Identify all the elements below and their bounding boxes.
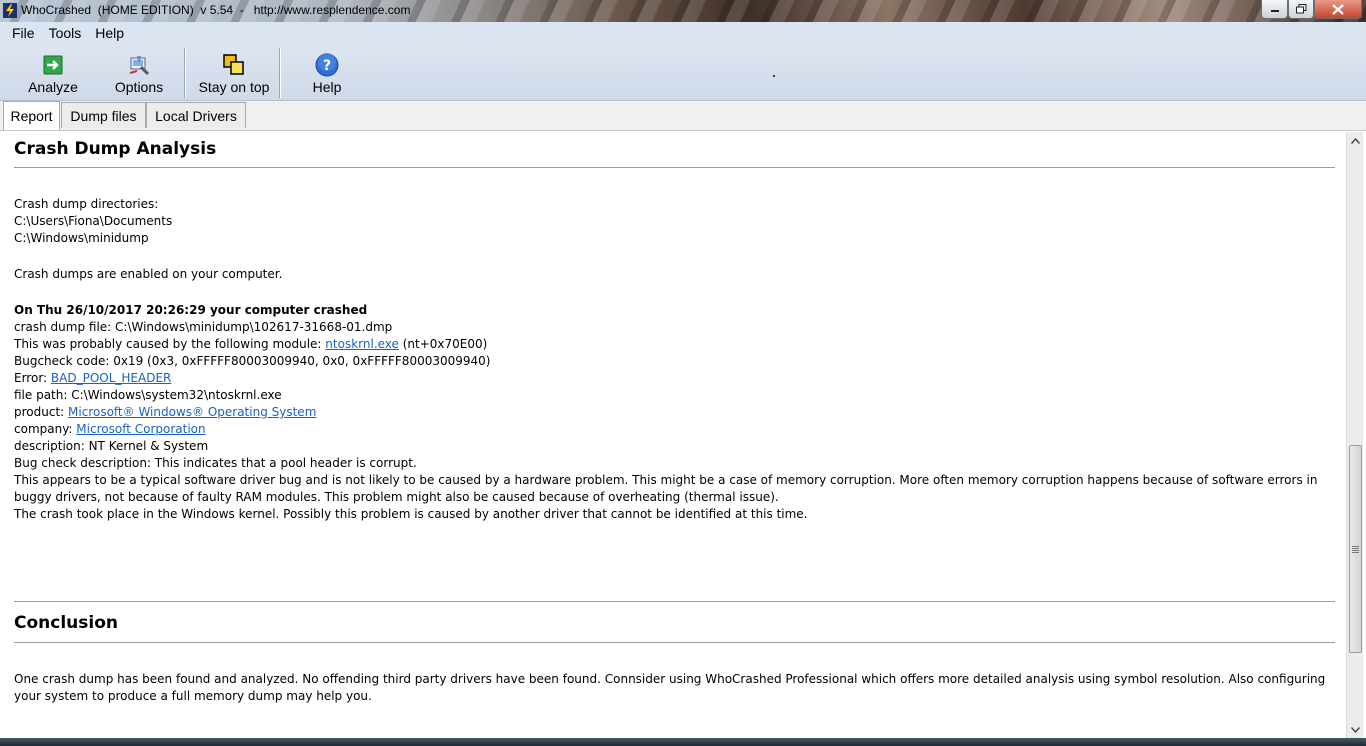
tab-bar: Report Dump files Local Drivers xyxy=(0,101,1366,131)
tab-local-drivers[interactable]: Local Drivers xyxy=(146,102,246,128)
product-prefix: product: xyxy=(14,405,69,419)
kernel-note: The crash took place in the Windows kern… xyxy=(14,507,808,521)
green-arrow-icon xyxy=(43,55,63,75)
divider xyxy=(14,601,1335,602)
toolbar: Analyze Options Stay on top ? Help xyxy=(0,44,1366,101)
scroll-thumb[interactable] xyxy=(1349,445,1362,653)
dumps-enabled-text: Crash dumps are enabled on your computer… xyxy=(14,267,283,281)
title-bar: WhoCrashed (HOME EDITION) v 5.54 - http:… xyxy=(0,0,1366,22)
stacked-windows-icon xyxy=(223,54,244,75)
analysis-paragraph: This appears to be a typical software dr… xyxy=(14,473,1318,504)
close-button[interactable] xyxy=(1314,0,1362,19)
error-line: Error: BAD_POOL_HEADER xyxy=(14,370,171,387)
bugcheck-code: Bugcheck code: 0x19 (0x3, 0xFFFFF8000300… xyxy=(14,354,491,368)
scroll-up-button[interactable] xyxy=(1347,132,1364,149)
conclusion-text: One crash dump has been found and analyz… xyxy=(14,672,1326,703)
error-prefix: Error: xyxy=(14,371,51,385)
product-link[interactable]: Microsoft® Windows® Operating System xyxy=(68,405,316,419)
scroll-down-button[interactable] xyxy=(1347,721,1364,738)
crash-header: On Thu 26/10/2017 20:26:29 your computer… xyxy=(14,303,368,317)
taskbar xyxy=(0,738,1366,746)
stay-on-top-button[interactable]: Stay on top xyxy=(194,44,274,100)
company-line: company: Microsoft Corporation xyxy=(14,421,206,438)
file-path: file path: C:\Windows\system32\ntoskrnl.… xyxy=(14,388,282,402)
svg-text:?: ? xyxy=(323,58,331,74)
options-button[interactable]: Options xyxy=(106,44,172,100)
analyze-label: Analyze xyxy=(28,79,78,95)
dump-dir-1: C:\Users\Fiona\Documents xyxy=(14,214,173,228)
chevron-down-icon xyxy=(1351,726,1360,733)
toolbar-dot xyxy=(773,75,775,77)
dump-dirs-label: Crash dump directories: xyxy=(14,197,159,211)
caused-by-prefix: This was probably caused by the followin… xyxy=(14,337,326,351)
section-heading-crash-dump-analysis: Crash Dump Analysis xyxy=(14,139,217,159)
help-button[interactable]: ? Help xyxy=(297,44,357,100)
help-label: Help xyxy=(312,79,342,95)
maximize-button[interactable] xyxy=(1288,0,1314,19)
dump-dir-2: C:\Windows\minidump xyxy=(14,231,149,245)
maximize-icon xyxy=(1295,4,1306,14)
company-link[interactable]: Microsoft Corporation xyxy=(76,422,205,436)
module-link[interactable]: ntoskrnl.exe xyxy=(325,337,399,351)
grip-icon xyxy=(1352,545,1359,553)
stay-on-top-label: Stay on top xyxy=(198,79,270,95)
section-heading-conclusion: Conclusion xyxy=(14,613,118,633)
menu-help[interactable]: Help xyxy=(88,25,131,41)
tab-dump-files[interactable]: Dump files xyxy=(61,102,146,128)
vertical-scrollbar[interactable] xyxy=(1346,132,1363,738)
caused-by-line: This was probably caused by the followin… xyxy=(14,336,487,353)
report-view: Crash Dump Analysis Crash dump directori… xyxy=(0,132,1346,738)
divider xyxy=(14,642,1335,643)
company-prefix: company: xyxy=(14,422,77,436)
close-icon xyxy=(1332,3,1344,15)
minimize-button[interactable] xyxy=(1261,0,1288,19)
question-icon: ? xyxy=(315,53,339,77)
options-label: Options xyxy=(114,79,164,95)
toolbar-separator xyxy=(279,48,281,98)
toolbar-separator xyxy=(184,48,186,98)
error-link[interactable]: BAD_POOL_HEADER xyxy=(51,371,171,385)
window-title: WhoCrashed (HOME EDITION) v 5.54 - http:… xyxy=(21,3,411,17)
chevron-up-icon xyxy=(1351,137,1360,144)
menu-bar: File Tools Help xyxy=(0,22,1366,44)
menu-tools[interactable]: Tools xyxy=(42,25,89,41)
product-line: product: Microsoft® Windows® Operating S… xyxy=(14,404,316,421)
lightning-icon xyxy=(3,3,17,18)
caused-by-suffix: (nt+0x70E00) xyxy=(398,337,488,351)
description-line: description: NT Kernel & System xyxy=(14,439,209,453)
menu-file[interactable]: File xyxy=(6,25,42,41)
minimize-icon xyxy=(1270,10,1279,12)
options-icon xyxy=(129,56,150,76)
crash-dump-file: crash dump file: C:\Windows\minidump\102… xyxy=(14,320,393,334)
analyze-button[interactable]: Analyze xyxy=(20,44,86,100)
bug-check-description: Bug check description: This indicates th… xyxy=(14,456,417,470)
divider xyxy=(14,167,1335,168)
tab-report[interactable]: Report xyxy=(3,101,60,130)
